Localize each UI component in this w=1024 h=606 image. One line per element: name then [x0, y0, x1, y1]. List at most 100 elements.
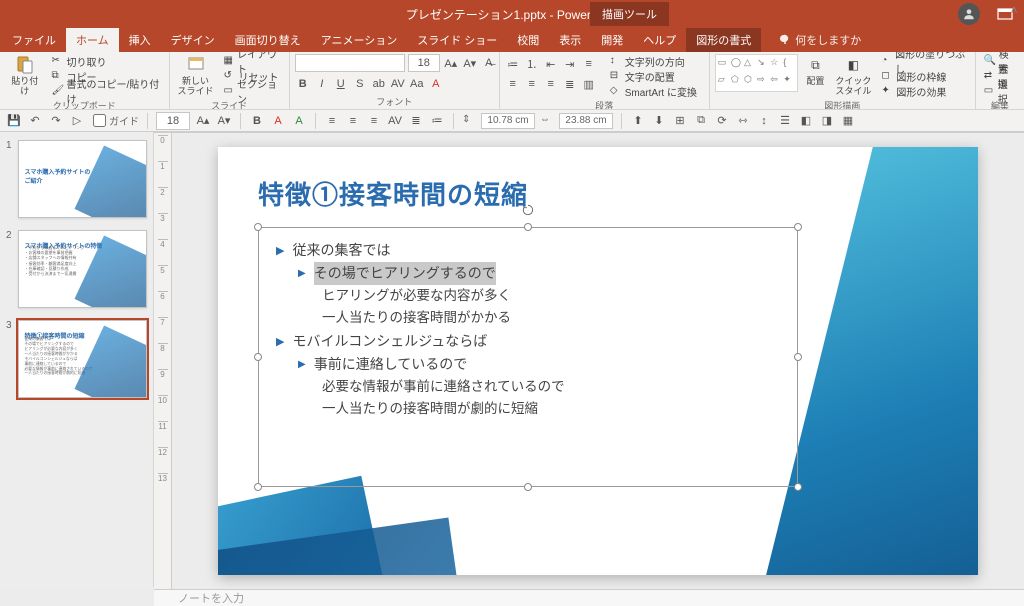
- slide-thumbnail-pane[interactable]: 1 スマホ購入予約サイトの ご紹介 2 スマホ購入予約サイトの特徴 ・予約から来…: [0, 132, 154, 587]
- char-spacing-button[interactable]: AV: [390, 76, 406, 92]
- qat-grow-font[interactable]: A▴: [195, 113, 211, 129]
- shape-fill-button[interactable]: ◔図形の塗りつぶし: [878, 54, 969, 68]
- qat-font-size[interactable]: 18: [156, 112, 190, 130]
- paste-button[interactable]: 貼り付け: [5, 54, 44, 98]
- text-direction-button[interactable]: ↕文字列の方向: [607, 54, 700, 68]
- shadow-button[interactable]: ab: [371, 76, 387, 92]
- smartart-button[interactable]: ◇SmartArt に変換: [607, 84, 700, 98]
- vertical-ruler[interactable]: 012345678910111213: [154, 133, 172, 589]
- qat-align-objects[interactable]: ⊞: [672, 113, 688, 129]
- qat-selection-pane[interactable]: ☰: [777, 113, 793, 129]
- qat-font-color[interactable]: A: [270, 113, 286, 129]
- align-right-button[interactable]: ≡: [543, 76, 559, 92]
- tab-animations[interactable]: アニメーション: [311, 28, 408, 52]
- font-size-combo[interactable]: 18: [408, 54, 440, 72]
- qat-start-button[interactable]: ▷: [69, 113, 85, 129]
- font-color-button[interactable]: A: [428, 76, 444, 92]
- tab-developer[interactable]: 開発: [591, 28, 633, 52]
- tab-slideshow[interactable]: スライド ショー: [407, 28, 507, 52]
- layout-button[interactable]: ▦レイアウト: [221, 54, 284, 68]
- qat-distribute-h[interactable]: ⇿: [735, 113, 751, 129]
- qat-send-back[interactable]: ⬇: [651, 113, 667, 129]
- bold-button[interactable]: B: [295, 76, 311, 92]
- tab-review[interactable]: 校閲: [507, 28, 549, 52]
- resize-handle-sw[interactable]: [254, 483, 262, 491]
- numbering-button[interactable]: ⒈: [524, 56, 540, 72]
- shape-effects-button[interactable]: ✦図形の効果: [878, 84, 969, 98]
- tab-home[interactable]: ホーム: [66, 28, 119, 52]
- shrink-font-button[interactable]: A▾: [462, 55, 478, 71]
- qat-bold[interactable]: B: [249, 113, 265, 129]
- shape-outline-button[interactable]: ◻図形の枠線: [878, 69, 969, 83]
- thumbnail-3[interactable]: 特徴①接客時間の短縮 従来の集客では その場でヒアリングするので ヒアリングが必…: [18, 320, 148, 398]
- notes-pane[interactable]: ノートを入力: [154, 589, 1024, 606]
- content-text[interactable]: ▶従来の集客では ▶その場でヒアリングするので ヒアリングが必要な内容が多く 一…: [258, 227, 798, 432]
- qat-group[interactable]: ⧉: [693, 113, 709, 129]
- bullets-button[interactable]: ≔: [505, 56, 521, 72]
- section-button[interactable]: ▭セクション: [221, 84, 284, 98]
- slide-canvas[interactable]: 特徴①接客時間の短縮 ▶従来の集客では: [218, 147, 978, 575]
- qat-more2[interactable]: ◨: [819, 113, 835, 129]
- arrange-button[interactable]: ⧉ 配置: [802, 54, 828, 88]
- quick-styles-button[interactable]: ◧ クイック スタイル: [832, 54, 874, 98]
- format-painter-button[interactable]: 🖌書式のコピー/貼り付け: [48, 84, 163, 98]
- indent-inc-button[interactable]: ⇥: [562, 56, 578, 72]
- shapes-gallery[interactable]: ▭◯△↘☆{ ▱⬠⬡⇨⇦✦: [715, 54, 799, 92]
- grow-font-button[interactable]: A▴: [443, 55, 459, 71]
- resize-handle-se[interactable]: [794, 483, 802, 491]
- align-center-button[interactable]: ≡: [524, 76, 540, 92]
- tab-view[interactable]: 表示: [549, 28, 591, 52]
- italic-button[interactable]: I: [314, 76, 330, 92]
- select-button[interactable]: ▭選択: [981, 84, 1019, 98]
- qat-undo-button[interactable]: ↶: [27, 113, 43, 129]
- thumbnail-2[interactable]: スマホ購入予約サイトの特徴 ・予約から来店までのヒアリング ・お客様の要望を事前…: [18, 230, 148, 308]
- thumbnail-1[interactable]: スマホ購入予約サイトの ご紹介: [18, 140, 148, 218]
- qat-align-left[interactable]: ≡: [324, 113, 340, 129]
- qat-bring-front[interactable]: ⬆: [630, 113, 646, 129]
- shape-width-input[interactable]: 23.88 cm: [559, 113, 613, 129]
- align-text-button[interactable]: ⊟文字の配置: [607, 69, 700, 83]
- shape-height-input[interactable]: 10.78 cm: [481, 113, 535, 129]
- tab-design[interactable]: デザイン: [161, 28, 225, 52]
- line-spacing-button[interactable]: ≡: [581, 56, 597, 72]
- guide-checkbox-input[interactable]: [93, 114, 106, 127]
- tab-shape-format[interactable]: 図形の書式: [686, 28, 761, 52]
- qat-redo-button[interactable]: ↷: [48, 113, 64, 129]
- columns-button[interactable]: ▥: [581, 76, 597, 92]
- clear-format-button[interactable]: A̶: [481, 55, 497, 71]
- qat-align-right[interactable]: ≡: [366, 113, 382, 129]
- tell-me[interactable]: 何をしますか: [761, 28, 861, 52]
- tab-insert[interactable]: 挿入: [119, 28, 161, 52]
- thumbnail-item[interactable]: 2 スマホ購入予約サイトの特徴 ・予約から来店までのヒアリング ・お客様の要望を…: [0, 228, 153, 318]
- new-slide-button[interactable]: 新しい スライド: [175, 54, 217, 98]
- qat-highlight[interactable]: A: [291, 113, 307, 129]
- rotate-handle[interactable]: [521, 203, 535, 217]
- slide-canvas-area[interactable]: 特徴①接客時間の短縮 ▶従来の集客では: [172, 133, 1024, 589]
- justify-button[interactable]: ≣: [562, 76, 578, 92]
- tab-file[interactable]: ファイル: [2, 28, 66, 52]
- qat-save-button[interactable]: 💾: [6, 113, 22, 129]
- align-left-button[interactable]: ≡: [505, 76, 521, 92]
- tab-help[interactable]: ヘルプ: [633, 28, 686, 52]
- change-case-button[interactable]: Aa: [409, 76, 425, 92]
- slide-title[interactable]: 特徴①接客時間の短縮: [258, 175, 528, 212]
- qat-char-spacing[interactable]: AV: [387, 113, 403, 129]
- qat-distribute-v[interactable]: ↕: [756, 113, 772, 129]
- qat-more3[interactable]: ▦: [840, 113, 856, 129]
- underline-button[interactable]: U: [333, 76, 349, 92]
- qat-rotate[interactable]: ⟳: [714, 113, 730, 129]
- qat-align-center[interactable]: ≡: [345, 113, 361, 129]
- thumbnail-item[interactable]: 1 スマホ購入予約サイトの ご紹介: [0, 138, 153, 228]
- account-avatar[interactable]: [958, 3, 980, 25]
- strike-button[interactable]: S: [352, 76, 368, 92]
- cut-button[interactable]: ✂切り取り: [48, 54, 163, 68]
- horizontal-ruler[interactable]: 0123456789101112131415161718192021222324…: [154, 132, 1024, 133]
- tab-transitions[interactable]: 画面切り替え: [225, 28, 311, 52]
- qat-line-spacing[interactable]: ≣: [408, 113, 424, 129]
- qat-more1[interactable]: ◧: [798, 113, 814, 129]
- resize-handle-s[interactable]: [524, 483, 532, 491]
- qat-bullets[interactable]: ≔: [429, 113, 445, 129]
- content-placeholder-selected[interactable]: ▶従来の集客では ▶その場でヒアリングするので ヒアリングが必要な内容が多く 一…: [258, 227, 798, 487]
- indent-dec-button[interactable]: ⇤: [543, 56, 559, 72]
- font-name-combo[interactable]: [295, 54, 405, 72]
